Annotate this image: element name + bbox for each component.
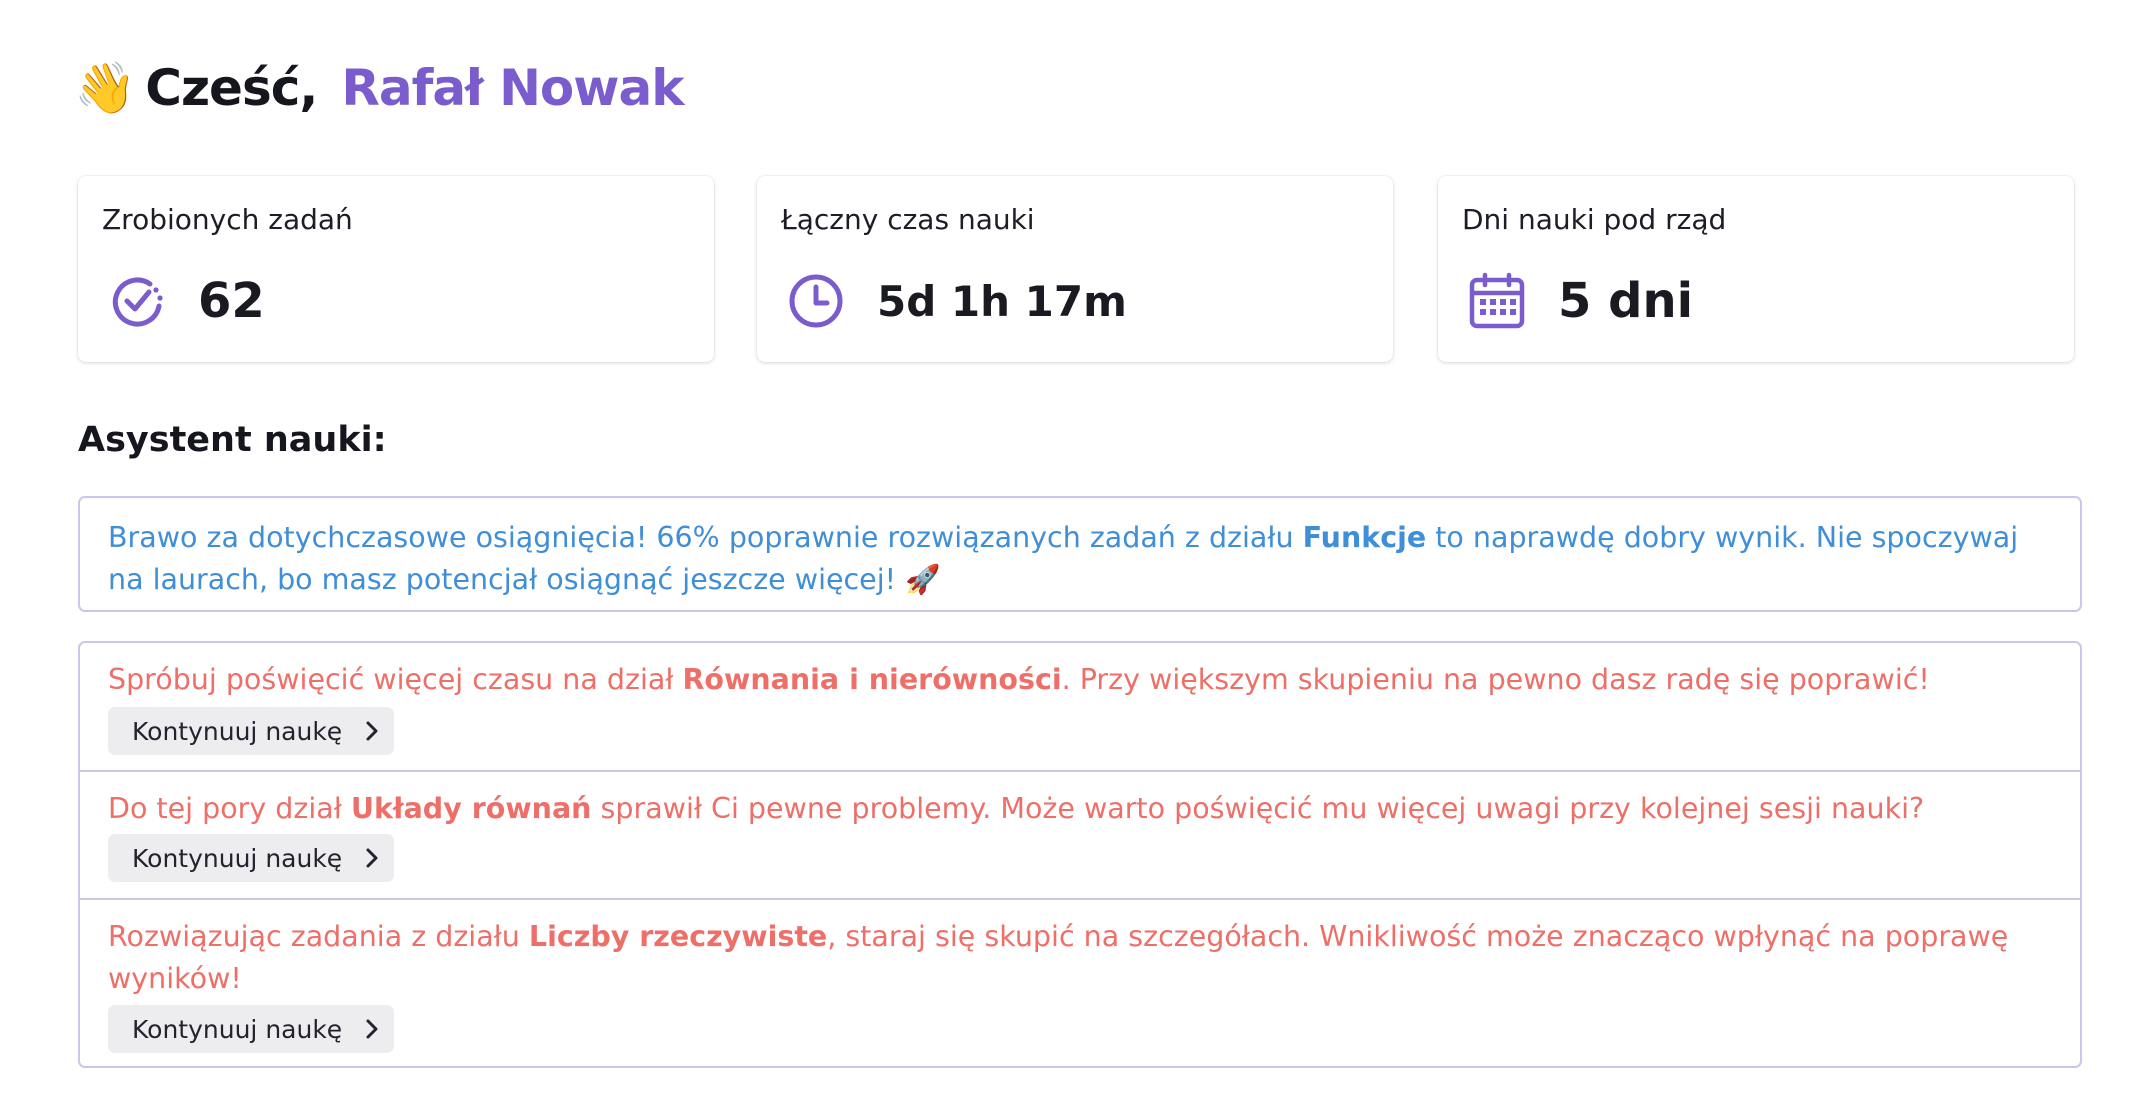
stat-value: 62 [198, 273, 265, 329]
stat-card-tasks: Zrobionych zadań 62 [78, 176, 714, 362]
tip-text-before: Rozwiązując zadania z działu [108, 920, 529, 953]
praise-topic: Funkcje [1302, 521, 1427, 554]
tip-topic: Równania i nierówności [682, 663, 1062, 696]
calendar-icon [1469, 272, 1525, 329]
stat-label: Łączny czas nauki [781, 203, 1035, 236]
continue-learning-button[interactable]: Kontynuuj naukę [108, 1005, 394, 1053]
tip-topic: Układy równań [350, 792, 592, 825]
praise-text-before: Brawo za dotychczasowe osiągnięcia! 66% … [108, 521, 1303, 554]
continue-learning-label: Kontynuuj naukę [132, 843, 343, 873]
greeting-header: 👋 Cześć, Rafał Nowak [74, 50, 684, 126]
stat-label: Zrobionych zadań [102, 203, 353, 236]
clock-icon [789, 274, 843, 328]
tips-list: Spróbuj poświęcić więcej czasu na dział … [78, 641, 2082, 1068]
stat-value: 5d 1h 17m [877, 276, 1127, 326]
assistant-title: Asystent nauki: [78, 420, 387, 460]
task-check-icon [112, 277, 163, 327]
tip-text-after: sprawił Ci pewne problemy. Może warto po… [591, 792, 1925, 825]
stat-value: 5 dni [1558, 273, 1694, 329]
continue-learning-button[interactable]: Kontynuuj naukę [108, 707, 394, 755]
waving-hand-icon: 👋 [74, 59, 136, 117]
stat-label: Dni nauki pod rząd [1462, 203, 1727, 236]
continue-learning-label: Kontynuuj naukę [132, 1014, 343, 1044]
continue-learning-label: Kontynuuj naukę [132, 716, 343, 746]
tip-item: Do tej pory dział Układy równań sprawił … [80, 770, 2080, 898]
tip-topic: Liczby rzeczywiste [528, 920, 828, 953]
dashboard-page: 👋 Cześć, Rafał Nowak Zrobionych zadań 62… [0, 0, 2155, 1107]
praise-message: Brawo za dotychczasowe osiągnięcia! 66% … [78, 496, 2082, 612]
stat-card-time: Łączny czas nauki 5d 1h 17m [757, 176, 1393, 362]
tip-item: Spróbuj poświęcić więcej czasu na dział … [80, 643, 2080, 770]
user-name: Rafał Nowak [341, 59, 684, 117]
chevron-right-icon [366, 1019, 378, 1039]
greeting-hello: Cześć, [145, 59, 318, 117]
chevron-right-icon [366, 848, 378, 868]
tip-text-before: Spróbuj poświęcić więcej czasu na dział [108, 663, 683, 696]
stat-card-streak: Dni nauki pod rząd 5 dni [1438, 176, 2074, 362]
tip-text-after: . Przy większym skupieniu na pewno dasz … [1061, 663, 1930, 696]
tip-text-before: Do tej pory dział [108, 792, 351, 825]
continue-learning-button[interactable]: Kontynuuj naukę [108, 834, 394, 882]
tip-item: Rozwiązując zadania z działu Liczby rzec… [80, 898, 2080, 1066]
chevron-right-icon [366, 721, 378, 741]
